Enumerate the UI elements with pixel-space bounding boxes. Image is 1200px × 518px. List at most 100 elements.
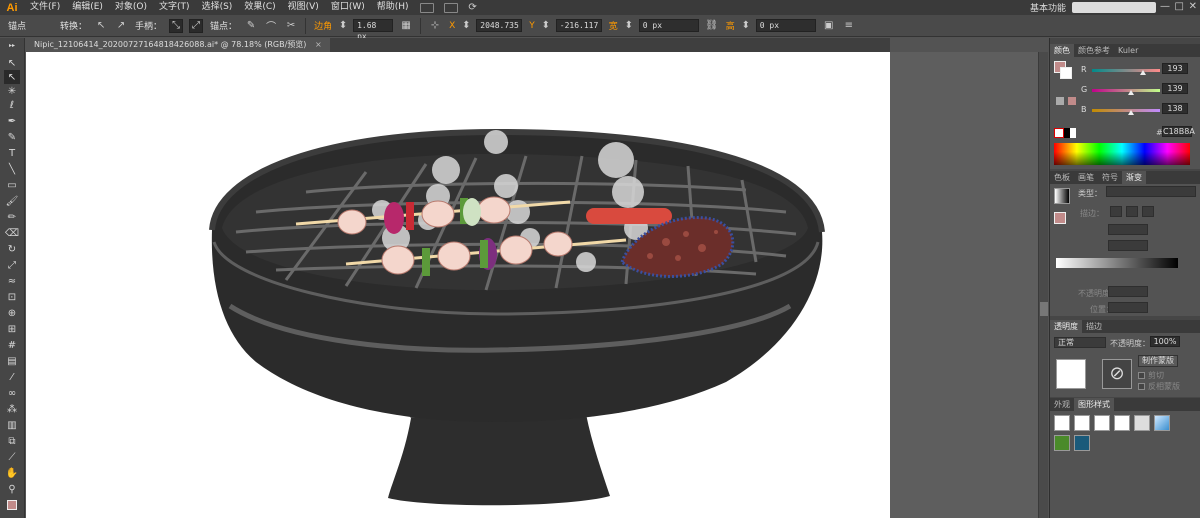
corner-label[interactable]: 边角 xyxy=(314,19,332,32)
close-window-icon[interactable]: ✕ xyxy=(1189,1,1197,12)
location-field[interactable] xyxy=(1108,302,1148,313)
menu-view[interactable]: 视图(V) xyxy=(282,0,325,15)
symbol-sprayer-icon[interactable]: ⁂ xyxy=(4,402,20,416)
b-field[interactable]: 138 xyxy=(1162,103,1188,114)
gradient-thumbnail[interactable] xyxy=(1054,188,1070,204)
g-slider[interactable] xyxy=(1092,89,1160,92)
corner-type-icon[interactable]: ▦ xyxy=(399,19,413,33)
r-field[interactable]: 193 xyxy=(1162,63,1188,74)
gradient-slider[interactable] xyxy=(1056,258,1178,268)
white-swatch[interactable] xyxy=(1070,128,1076,138)
menu-file[interactable]: 文件(F) xyxy=(24,0,66,15)
fill-stroke-icon[interactable] xyxy=(4,498,20,512)
h-stepper-icon[interactable]: ⬍ xyxy=(742,19,750,33)
corner-stepper-icon[interactable]: ⬍ xyxy=(339,19,347,33)
stroke-option-2[interactable] xyxy=(1126,206,1138,217)
perspective-grid-icon[interactable]: ⊞ xyxy=(4,322,20,336)
pasteboard[interactable] xyxy=(26,52,1048,518)
arrange-documents-icon[interactable] xyxy=(443,2,458,13)
menu-edit[interactable]: 编辑(E) xyxy=(66,0,109,15)
selection-icon[interactable]: ↖ xyxy=(4,56,20,70)
rectangle-icon[interactable]: ▭ xyxy=(4,178,20,192)
isolate-icon[interactable]: ▣ xyxy=(822,19,836,33)
r-slider-thumb[interactable] xyxy=(1140,70,1146,75)
mask-thumbnail-icon[interactable]: ⊘ xyxy=(1102,359,1132,389)
invert-mask-checkbox[interactable] xyxy=(1138,383,1145,390)
b-slider-thumb[interactable] xyxy=(1128,110,1134,115)
scale-icon[interactable]: ⤢ xyxy=(4,258,20,272)
bridge-icon[interactable] xyxy=(419,2,434,13)
style-none[interactable] xyxy=(1074,415,1090,431)
tab-transparency[interactable]: 透明度 xyxy=(1050,320,1082,333)
tab-symbols[interactable]: 符号 xyxy=(1098,171,1122,184)
style-red-x[interactable] xyxy=(1114,415,1130,431)
type-icon[interactable]: T xyxy=(4,146,20,160)
graph-icon[interactable]: ▥ xyxy=(4,418,20,432)
w-field[interactable]: 0 px xyxy=(638,19,699,32)
gradient-icon[interactable]: ▤ xyxy=(4,354,20,368)
eyedropper-icon[interactable]: ⁄ xyxy=(4,370,20,384)
tab-swatches[interactable]: 色板 xyxy=(1050,171,1074,184)
style-green-texture[interactable] xyxy=(1054,435,1070,451)
none-swatch[interactable] xyxy=(1054,128,1064,138)
sync-icon[interactable]: ⟳ xyxy=(466,1,480,15)
w-label[interactable]: 宽 xyxy=(609,19,618,32)
connect-anchor-icon[interactable]: ⌒ xyxy=(264,19,278,33)
style-white[interactable] xyxy=(1094,415,1110,431)
eraser-icon[interactable]: ⌫ xyxy=(4,226,20,240)
blend-mode-dropdown[interactable]: 正常 xyxy=(1054,337,1106,348)
stroke-option-1[interactable] xyxy=(1110,206,1122,217)
cut-path-icon[interactable]: ✂ xyxy=(284,19,298,33)
stroke-option-3[interactable] xyxy=(1142,206,1154,217)
gradient-opacity-field[interactable] xyxy=(1108,286,1148,297)
tab-stroke[interactable]: 描边 xyxy=(1082,320,1106,333)
hand-icon[interactable]: ✋ xyxy=(4,466,20,480)
search-input[interactable] xyxy=(1072,2,1156,13)
style-gray[interactable] xyxy=(1134,415,1150,431)
h-label[interactable]: 高 xyxy=(726,19,735,32)
blend-icon[interactable]: ∞ xyxy=(4,386,20,400)
collapse-panel-icon[interactable]: ▸▸ xyxy=(4,42,20,49)
mesh-icon[interactable]: # xyxy=(4,338,20,352)
menu-object[interactable]: 对象(O) xyxy=(109,0,153,15)
g-field[interactable]: 139 xyxy=(1162,83,1188,94)
menu-help[interactable]: 帮助(H) xyxy=(371,0,415,15)
corner-field[interactable]: 1.68 px xyxy=(353,19,394,41)
x-label[interactable]: X xyxy=(449,21,455,31)
pen-icon[interactable]: ✒ xyxy=(4,114,20,128)
tab-gradient[interactable]: 渐变 xyxy=(1122,171,1146,184)
scrollbar-thumb[interactable] xyxy=(1040,302,1048,316)
vertical-scrollbar[interactable] xyxy=(1038,52,1048,518)
make-mask-button[interactable]: 制作蒙版 xyxy=(1138,355,1178,367)
style-blue[interactable] xyxy=(1154,415,1170,431)
workspace-switcher[interactable]: 基本功能 xyxy=(1030,1,1066,14)
web-safe-swatch[interactable] xyxy=(1068,97,1076,105)
gradient-fill-icon[interactable] xyxy=(1054,212,1066,224)
maximize-icon[interactable]: □ xyxy=(1175,1,1184,12)
artboard-icon[interactable]: ⧉ xyxy=(4,434,20,448)
paintbrush-icon[interactable]: 🖌 xyxy=(4,194,20,208)
y-label[interactable]: Y xyxy=(529,21,535,31)
tab-kuler[interactable]: Kuler xyxy=(1114,44,1142,57)
color-spectrum[interactable] xyxy=(1054,143,1190,165)
show-handles-icon[interactable]: ⤡ xyxy=(169,18,184,33)
shape-builder-icon[interactable]: ⊕ xyxy=(4,306,20,320)
slice-icon[interactable]: ⟋ xyxy=(4,450,20,464)
h-field[interactable]: 0 px xyxy=(755,19,816,32)
g-slider-thumb[interactable] xyxy=(1128,90,1134,95)
clip-checkbox[interactable] xyxy=(1138,372,1145,379)
close-document-icon[interactable]: × xyxy=(315,40,322,49)
curvature-icon[interactable]: ✎ xyxy=(4,130,20,144)
style-teal-texture[interactable] xyxy=(1074,435,1090,451)
style-default[interactable] xyxy=(1054,415,1070,431)
rotate-icon[interactable]: ↻ xyxy=(4,242,20,256)
convert-corner-icon[interactable]: ↖ xyxy=(94,19,108,33)
remove-anchor-icon[interactable]: ✎ xyxy=(244,19,258,33)
menu-window[interactable]: 窗口(W) xyxy=(325,0,371,15)
object-thumbnail[interactable] xyxy=(1056,359,1086,389)
menu-select[interactable]: 选择(S) xyxy=(196,0,239,15)
zoom-icon[interactable]: ⚲ xyxy=(4,482,20,496)
x-stepper-icon[interactable]: ⬍ xyxy=(462,19,470,33)
stroke-swatch[interactable] xyxy=(1060,67,1072,79)
tab-color[interactable]: 颜色 xyxy=(1050,44,1074,57)
